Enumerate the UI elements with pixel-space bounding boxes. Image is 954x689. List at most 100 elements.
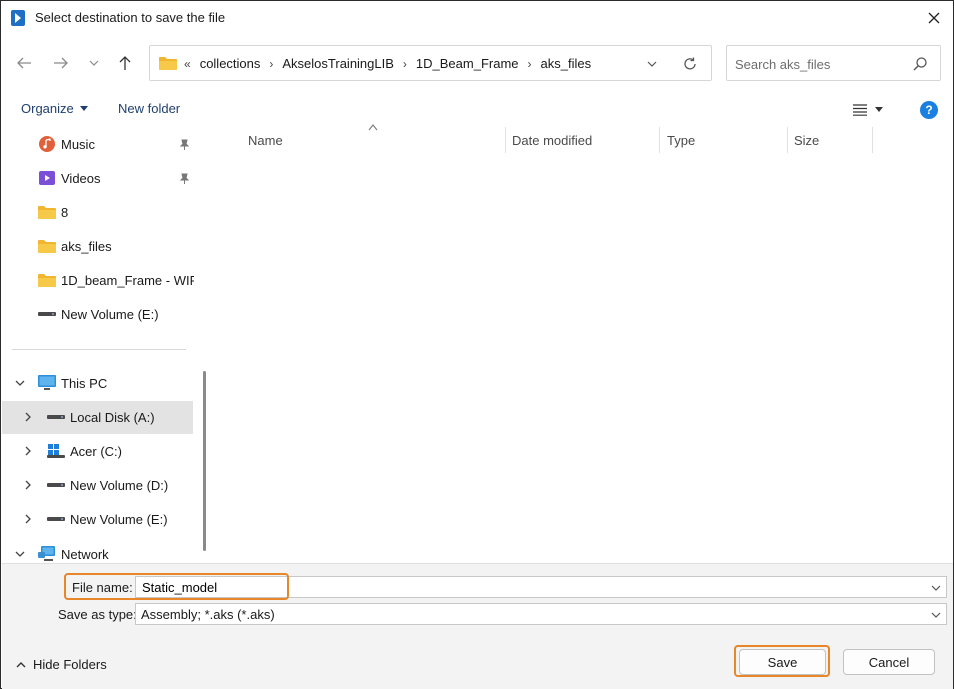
column-header-type[interactable]: Type bbox=[667, 133, 695, 148]
new-folder-button[interactable]: New folder bbox=[118, 101, 180, 116]
sidebar-item-network[interactable]: Network bbox=[38, 539, 109, 563]
sidebar-item-label: 8 bbox=[61, 204, 69, 220]
folder-icon bbox=[38, 238, 56, 254]
sidebar-item-1d-beam-frame-wip[interactable]: 1D_beam_Frame - WIP - bbox=[38, 265, 194, 295]
drive-icon bbox=[47, 409, 65, 425]
column-divider[interactable] bbox=[659, 127, 660, 153]
column-divider[interactable] bbox=[872, 127, 873, 153]
up-button[interactable] bbox=[113, 51, 137, 75]
search-input[interactable] bbox=[735, 55, 905, 73]
folder-icon bbox=[38, 204, 56, 220]
save-type-select[interactable]: Assembly; *.aks (*.aks) bbox=[135, 603, 947, 625]
sidebar-item-acer-c[interactable]: Acer (C:) bbox=[47, 436, 122, 466]
refresh-icon[interactable] bbox=[681, 55, 699, 73]
music-icon bbox=[38, 136, 56, 152]
arrow-left-icon bbox=[17, 57, 31, 69]
close-button[interactable] bbox=[921, 5, 947, 31]
recent-locations-button[interactable] bbox=[82, 51, 106, 75]
chevron-down-icon[interactable] bbox=[14, 377, 26, 389]
forward-button[interactable] bbox=[49, 51, 73, 75]
file-name-combobox[interactable] bbox=[135, 576, 947, 598]
help-button[interactable]: ? bbox=[920, 101, 938, 119]
sidebar-item-label: Videos bbox=[61, 170, 101, 186]
chevron-down-icon[interactable] bbox=[14, 548, 26, 560]
column-divider[interactable] bbox=[787, 127, 788, 153]
file-name-input[interactable] bbox=[142, 579, 902, 595]
navigation-pane: Music Videos 8 aks_files 1D_beam_Frame -… bbox=[2, 126, 211, 563]
close-icon bbox=[928, 12, 940, 24]
hide-folders-button[interactable]: Hide Folders bbox=[15, 657, 107, 672]
sidebar-item-local-disk-a[interactable]: Local Disk (A:) bbox=[47, 402, 155, 432]
network-icon bbox=[38, 546, 56, 562]
videos-icon bbox=[38, 170, 56, 186]
column-header-date-modified[interactable]: Date modified bbox=[512, 133, 592, 148]
drive-icon bbox=[47, 477, 65, 493]
app-logo-icon bbox=[11, 10, 25, 26]
arrow-up-icon bbox=[119, 56, 131, 70]
search-icon bbox=[913, 57, 927, 71]
save-button[interactable]: Save bbox=[739, 649, 826, 675]
chevron-right-icon[interactable] bbox=[22, 445, 34, 457]
chevron-right-icon[interactable]: › bbox=[262, 57, 280, 71]
pin-icon[interactable] bbox=[178, 139, 190, 151]
sidebar-item-label: New Volume (E:) bbox=[61, 306, 159, 322]
chevron-up-icon bbox=[16, 661, 26, 667]
sidebar-item-new-volume-e[interactable]: New Volume (E:) bbox=[47, 504, 168, 534]
sidebar-item-music[interactable]: Music bbox=[38, 129, 95, 159]
pin-icon[interactable] bbox=[178, 173, 190, 185]
drive-icon bbox=[47, 511, 65, 527]
arrow-right-icon bbox=[54, 57, 68, 69]
chevron-right-icon[interactable] bbox=[22, 479, 34, 491]
chevron-down-icon bbox=[89, 60, 99, 66]
chevron-right-icon[interactable] bbox=[22, 411, 34, 423]
back-button[interactable] bbox=[12, 51, 36, 75]
sidebar-item-label: Local Disk (A:) bbox=[70, 409, 155, 425]
sidebar-item-this-pc[interactable]: This PC bbox=[38, 368, 107, 398]
chevron-right-icon[interactable] bbox=[22, 513, 34, 525]
column-header-size[interactable]: Size bbox=[794, 133, 819, 148]
sidebar-item-aks-files[interactable]: aks_files bbox=[38, 231, 112, 261]
breadcrumb-akselostraininglib[interactable]: AkselosTrainingLIB bbox=[280, 56, 396, 71]
breadcrumb-collections[interactable]: collections bbox=[198, 56, 263, 71]
chevron-right-icon[interactable]: › bbox=[521, 57, 539, 71]
save-type-label: Save as type: bbox=[58, 607, 137, 622]
search-box[interactable] bbox=[726, 45, 941, 81]
chevron-down-icon[interactable] bbox=[645, 57, 659, 71]
breadcrumb-aks-files[interactable]: aks_files bbox=[539, 56, 594, 71]
sidebar-scrollbar[interactable] bbox=[203, 371, 206, 551]
save-type-value: Assembly; *.aks (*.aks) bbox=[141, 607, 275, 622]
organize-label: Organize bbox=[21, 101, 74, 116]
sidebar-item-new-volume-e-quick[interactable]: New Volume (E:) bbox=[38, 299, 159, 329]
chevron-right-icon[interactable]: › bbox=[396, 57, 414, 71]
save-dialog: Select destination to save the file « co… bbox=[0, 0, 954, 689]
chevron-down-icon[interactable] bbox=[930, 582, 942, 594]
breadcrumb-1d-beam-frame[interactable]: 1D_Beam_Frame bbox=[414, 56, 521, 71]
sidebar-item-new-volume-d[interactable]: New Volume (D:) bbox=[47, 470, 168, 500]
breadcrumb: « collections › AkselosTrainingLIB › 1D_… bbox=[184, 56, 593, 71]
file-list[interactable] bbox=[212, 126, 953, 563]
sidebar-item-label: This PC bbox=[61, 375, 108, 391]
breadcrumb-overflow[interactable]: « bbox=[184, 57, 198, 71]
windows-drive-icon bbox=[47, 443, 65, 459]
organize-menu[interactable]: Organize bbox=[21, 101, 88, 116]
view-options-button[interactable] bbox=[853, 99, 893, 121]
sidebar-item-8[interactable]: 8 bbox=[38, 197, 68, 227]
sidebar-item-label: 1D_beam_Frame - WIP - bbox=[61, 272, 194, 288]
column-header-name[interactable]: Name bbox=[248, 133, 283, 148]
drive-icon bbox=[38, 306, 56, 322]
sort-ascending-icon bbox=[368, 124, 378, 131]
file-name-label: File name: bbox=[72, 580, 133, 595]
sidebar-item-label: Acer (C:) bbox=[70, 443, 122, 459]
chevron-down-icon bbox=[931, 612, 941, 618]
sidebar-divider bbox=[12, 349, 186, 350]
cancel-button[interactable]: Cancel bbox=[843, 649, 935, 675]
caret-down-icon bbox=[79, 105, 88, 111]
address-bar[interactable]: « collections › AkselosTrainingLIB › 1D_… bbox=[149, 45, 712, 81]
computer-icon bbox=[38, 375, 56, 391]
sidebar-item-label: New Volume (D:) bbox=[70, 477, 169, 493]
sidebar-item-label: New Volume (E:) bbox=[70, 511, 168, 527]
column-divider[interactable] bbox=[505, 127, 506, 153]
sidebar-item-videos[interactable]: Videos bbox=[38, 163, 101, 193]
caret-down-icon bbox=[875, 107, 883, 112]
folder-icon bbox=[159, 57, 177, 70]
